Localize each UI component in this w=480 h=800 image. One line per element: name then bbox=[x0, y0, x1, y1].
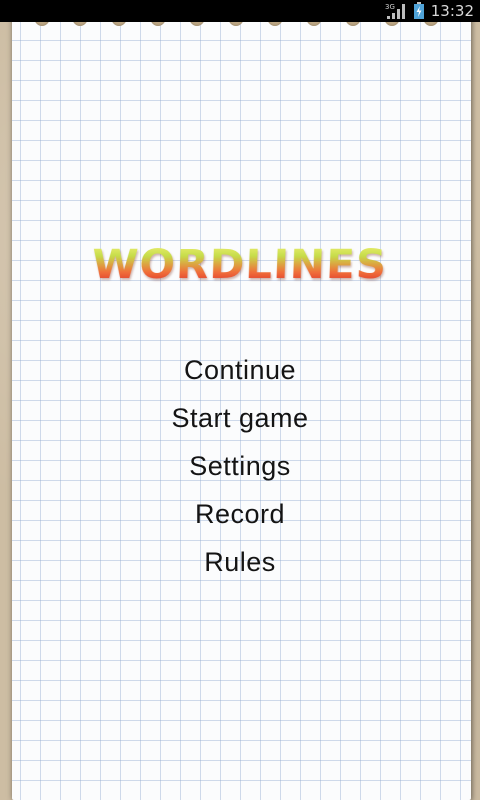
signal-icon: 3G bbox=[385, 3, 405, 19]
rules-button[interactable]: Rules bbox=[0, 542, 480, 590]
main-menu: Continue Start game Settings Record Rule… bbox=[0, 350, 480, 590]
status-bar: 3G 13:32 bbox=[0, 0, 480, 22]
start-game-button[interactable]: Start game bbox=[0, 398, 480, 446]
battery-icon bbox=[413, 2, 424, 19]
continue-button[interactable]: Continue bbox=[0, 350, 480, 398]
network-type-label: 3G bbox=[385, 3, 395, 11]
status-time: 13:32 bbox=[430, 2, 474, 20]
record-button[interactable]: Record bbox=[0, 494, 480, 542]
settings-button[interactable]: Settings bbox=[0, 446, 480, 494]
logo-container: WORDLINES bbox=[0, 242, 480, 288]
game-title-logo: WORDLINES bbox=[91, 242, 389, 288]
app-screen: 3G 13:32 WORDLINES Continue Start game S… bbox=[0, 0, 480, 800]
status-icons: 3G 13:32 bbox=[385, 0, 474, 22]
